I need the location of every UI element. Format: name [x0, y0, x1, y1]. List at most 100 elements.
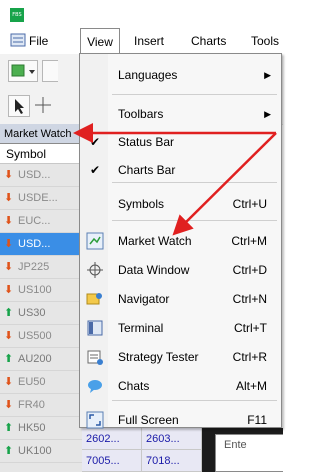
market-watch-row[interactable]: ⬆ AU200	[0, 348, 82, 371]
menu-item-label: Terminal	[118, 321, 164, 335]
full-screen-icon	[86, 411, 104, 429]
menu-item-label: Charts Bar	[118, 163, 176, 177]
market-watch-row[interactable]: ⬇ USD...	[0, 233, 82, 256]
down-arrow-icon: ⬇	[4, 192, 14, 204]
menu-item-charts-bar[interactable]: ✔ Charts Bar	[80, 155, 281, 185]
menu-item-label: Full Screen	[118, 413, 179, 427]
symbol-label: AU200	[18, 353, 52, 365]
menu-separator	[112, 400, 277, 401]
symbol-label: US500	[18, 330, 52, 342]
menu-item-symbols[interactable]: Symbols Ctrl+U	[80, 189, 281, 219]
view-dropdown-menu: Languages ▶ Toolbars ▶ ✔ Status Bar ✔ Charts Ba…	[79, 53, 282, 429]
menu-view[interactable]: View	[80, 28, 120, 54]
menu-item-shortcut: Ctrl+N	[232, 292, 267, 306]
menu-item-status-bar[interactable]: ✔ Status Bar	[80, 127, 281, 157]
terminal-input[interactable]: Ente	[215, 434, 283, 472]
terminal-icon	[86, 319, 104, 337]
menu-item-shortcut: F11	[247, 413, 267, 427]
menu-item-shortcut: Alt+M	[235, 379, 267, 393]
menu-item-full-screen[interactable]: Full Screen F11	[80, 405, 281, 435]
symbol-label: EU50	[18, 376, 46, 388]
menu-tools[interactable]: Tools	[251, 28, 279, 54]
checkmark-icon: ✔	[90, 135, 101, 149]
market-watch-row[interactable]: ⬇ EUC...	[0, 210, 82, 233]
symbol-label: EUC...	[18, 215, 51, 227]
down-arrow-icon: ⬇	[4, 284, 14, 296]
menu-item-shortcut: Ctrl+D	[232, 263, 267, 277]
menu-item-label: Chats	[118, 379, 150, 393]
symbol-label: US30	[18, 307, 46, 319]
new-chart-icon	[11, 64, 35, 77]
menu-bar: File View Insert Charts Tools	[0, 28, 283, 55]
cursor-icon	[15, 99, 24, 114]
market-watch-row[interactable]: ⬇ EU50	[0, 371, 82, 394]
app-logo-icon: FBS	[10, 8, 24, 22]
up-arrow-icon: ⬆	[4, 422, 14, 434]
menu-item-label: Languages	[118, 68, 178, 82]
symbol-label: FR40	[18, 399, 45, 411]
menu-item-toolbars[interactable]: Toolbars ▶	[80, 99, 281, 129]
symbol-label: US100	[18, 284, 52, 296]
market-watch-icon	[86, 232, 104, 250]
down-arrow-icon: ⬇	[4, 399, 14, 411]
menu-item-label: Symbols	[118, 197, 165, 211]
menu-item-navigator[interactable]: Navigator Ctrl+N	[80, 284, 281, 314]
down-arrow-icon: ⬇	[4, 261, 14, 273]
menu-item-chats[interactable]: Chats Alt+M	[80, 371, 281, 401]
new-chart-button[interactable]	[8, 60, 38, 82]
symbol-label: JP225	[18, 261, 50, 273]
crosshair-tool-button[interactable]	[32, 95, 56, 117]
title-bar: FBS	[0, 0, 283, 29]
symbol-label: HK50	[18, 422, 46, 434]
down-arrow-icon: ⬇	[4, 215, 14, 227]
market-watch-row[interactable]: ⬆ US30	[0, 302, 82, 325]
menu-item-label: Status Bar	[118, 135, 175, 149]
menu-file[interactable]: File	[29, 28, 48, 54]
file-menu-icon	[10, 33, 26, 47]
market-watch-title: Market Watch	[0, 124, 82, 144]
menu-item-label: Market Watch	[118, 234, 192, 248]
menu-separator	[112, 220, 277, 221]
menu-item-shortcut: Ctrl+T	[234, 321, 267, 335]
market-watch-row[interactable]: ⬆ UK100	[0, 440, 82, 463]
down-arrow-icon: ⬇	[4, 330, 14, 342]
menu-item-shortcut: Ctrl+U	[232, 197, 267, 211]
menu-charts[interactable]: Charts	[191, 28, 226, 54]
strategy-tester-icon	[86, 348, 104, 366]
market-watch-row[interactable]: ⬆ HK50	[0, 417, 82, 440]
menu-item-data-window[interactable]: Data Window Ctrl+D	[80, 255, 281, 285]
menu-item-label: Strategy Tester	[118, 350, 199, 364]
menu-item-market-watch[interactable]: Market Watch Ctrl+M	[80, 226, 281, 256]
down-arrow-icon: ⬇	[4, 376, 14, 388]
navigator-icon	[86, 290, 104, 308]
crosshair-tool-icon	[35, 97, 51, 113]
menu-insert[interactable]: Insert	[134, 28, 164, 54]
submenu-arrow-icon: ▶	[264, 109, 271, 119]
menu-item-languages[interactable]: Languages ▶	[80, 60, 281, 90]
cursor-button[interactable]	[8, 95, 30, 117]
market-watch-row[interactable]: ⬇ JP225	[0, 256, 82, 279]
menu-item-terminal[interactable]: Terminal Ctrl+T	[80, 313, 281, 343]
symbol-label: USD...	[18, 169, 51, 181]
menu-item-label: Toolbars	[118, 107, 164, 121]
market-watch-row[interactable]: ⬇ FR40	[0, 394, 82, 417]
menu-item-strategy-tester[interactable]: Strategy Tester Ctrl+R	[80, 342, 281, 372]
symbol-label: UK100	[18, 445, 52, 457]
chats-icon	[86, 377, 104, 395]
symbol-column-header[interactable]: Symbol	[0, 144, 82, 164]
market-watch-row[interactable]: ⬇ USDE...	[0, 187, 82, 210]
down-arrow-icon: ⬇	[4, 238, 14, 250]
menu-item-shortcut: Ctrl+R	[232, 350, 267, 364]
market-watch-row[interactable]: ⬇ USD...	[0, 164, 82, 187]
menu-separator	[112, 94, 277, 95]
market-watch-row[interactable]: ⬇ US100	[0, 279, 82, 302]
symbol-label: USD...	[18, 238, 51, 250]
menu-item-label: Navigator	[118, 292, 170, 306]
symbol-label: USDE...	[18, 192, 58, 204]
up-arrow-icon: ⬆	[4, 445, 14, 457]
menu-item-label: Data Window	[118, 263, 190, 277]
menu-separator	[112, 182, 277, 183]
up-arrow-icon: ⬆	[4, 307, 14, 319]
profiles-button[interactable]	[42, 60, 58, 82]
market-watch-row[interactable]: ⬇ US500	[0, 325, 82, 348]
